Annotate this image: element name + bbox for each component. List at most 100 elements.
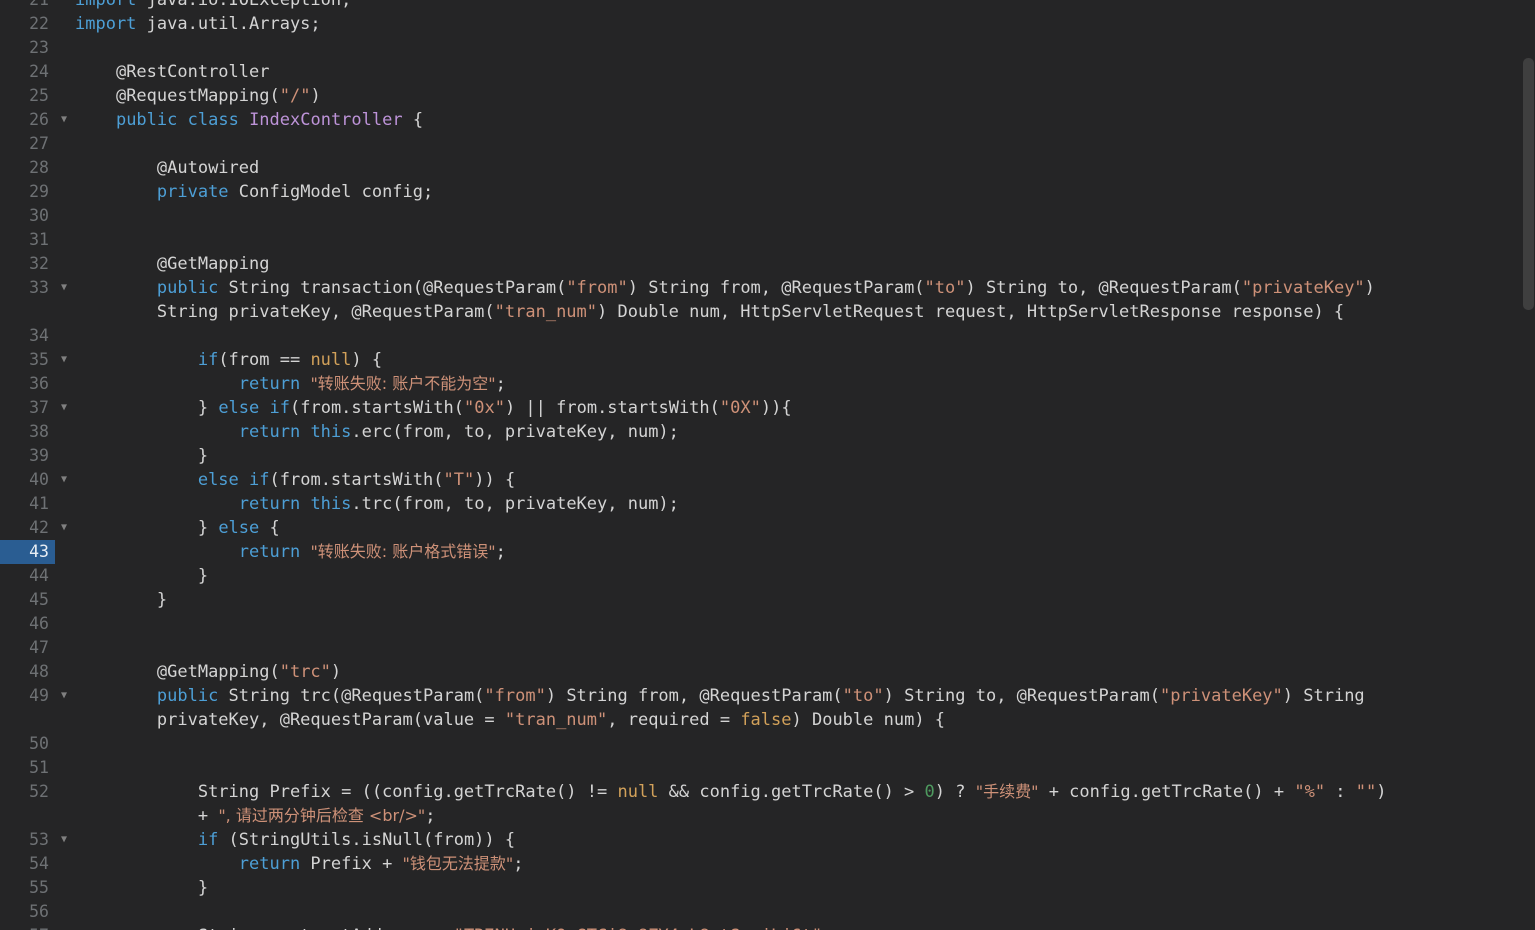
code-text[interactable]: } else { (73, 516, 1535, 540)
code-line[interactable]: 35 ▼ if(from == null) { (0, 348, 1535, 372)
code-line[interactable]: 54 return Prefix + "钱包无法提款"; (0, 852, 1535, 876)
line-number[interactable]: 39 (0, 444, 55, 468)
code-line[interactable]: 29 private ConfigModel config; (0, 180, 1535, 204)
fold-arrow-icon[interactable]: ▼ (55, 396, 73, 420)
code-text[interactable]: String contractAddress = "TR7NHqjeKQxGTC… (73, 924, 1535, 930)
line-number[interactable]: 41 (0, 492, 55, 516)
code-text[interactable]: public String trc(@RequestParam("from") … (73, 684, 1535, 732)
fold-arrow-icon[interactable]: ▼ (55, 348, 73, 372)
line-number[interactable]: 34 (0, 324, 55, 348)
line-number[interactable]: 35 (0, 348, 55, 372)
code-line[interactable]: 55 } (0, 876, 1535, 900)
code-text[interactable]: String Prefix = ((config.getTrcRate() !=… (73, 780, 1535, 828)
code-line[interactable]: 21 import java.io.IOException; (0, 0, 1535, 12)
line-number[interactable]: 21 (0, 0, 55, 12)
code-line[interactable]: 26 ▼ public class IndexController { (0, 108, 1535, 132)
code-line[interactable]: 30 (0, 204, 1535, 228)
code-line[interactable]: 40 ▼ else if(from.startsWith("T")) { (0, 468, 1535, 492)
code-text[interactable]: public String transaction(@RequestParam(… (73, 276, 1535, 324)
fold-arrow-icon[interactable]: ▼ (55, 108, 73, 132)
code-text[interactable]: private ConfigModel config; (73, 180, 1535, 204)
line-number[interactable]: 24 (0, 60, 55, 84)
code-text[interactable]: public class IndexController { (73, 108, 1535, 132)
code-text[interactable]: if (StringUtils.isNull(from)) { (73, 828, 1535, 852)
code-text[interactable] (73, 756, 1535, 780)
code-text[interactable]: } (73, 876, 1535, 900)
line-number[interactable]: 38 (0, 420, 55, 444)
code-line[interactable]: 37 ▼ } else if(from.startsWith("0x") || f… (0, 396, 1535, 420)
line-number[interactable]: 28 (0, 156, 55, 180)
code-line[interactable]: 25 @RequestMapping("/") (0, 84, 1535, 108)
code-line[interactable]: 41 return this.trc(from, to, privateKey,… (0, 492, 1535, 516)
line-number[interactable]: 25 (0, 84, 55, 108)
code-line[interactable]: 33 ▼ public String transaction(@RequestPa… (0, 276, 1535, 324)
code-text[interactable]: } (73, 564, 1535, 588)
line-number[interactable]: 37 (0, 396, 55, 420)
code-text[interactable]: @RestController (73, 60, 1535, 84)
line-number[interactable]: 26 (0, 108, 55, 132)
code-line[interactable]: 46 (0, 612, 1535, 636)
line-number[interactable]: 36 (0, 372, 55, 396)
code-line[interactable]: 23 (0, 36, 1535, 60)
code-text[interactable]: @RequestMapping("/") (73, 84, 1535, 108)
code-line[interactable]: 39 } (0, 444, 1535, 468)
code-line[interactable]: 56 (0, 900, 1535, 924)
line-number[interactable]: 53 (0, 828, 55, 852)
code-line[interactable]: 48 @GetMapping("trc") (0, 660, 1535, 684)
line-number[interactable]: 29 (0, 180, 55, 204)
code-text[interactable] (73, 228, 1535, 252)
line-number[interactable]: 31 (0, 228, 55, 252)
code-line[interactable]: 38 return this.erc(from, to, privateKey,… (0, 420, 1535, 444)
code-text[interactable]: @Autowired (73, 156, 1535, 180)
line-number[interactable]: 40 (0, 468, 55, 492)
line-number[interactable]: 56 (0, 900, 55, 924)
code-text[interactable]: import java.util.Arrays; (73, 12, 1535, 36)
code-line[interactable]: 24 @RestController (0, 60, 1535, 84)
code-text[interactable]: return "转账失败: 账户格式错误"; (73, 540, 1535, 564)
code-text[interactable]: return "转账失败: 账户不能为空"; (73, 372, 1535, 396)
code-line[interactable]: 42 ▼ } else { (0, 516, 1535, 540)
code-text[interactable] (73, 132, 1535, 156)
code-text[interactable]: @GetMapping (73, 252, 1535, 276)
fold-arrow-icon[interactable]: ▼ (55, 516, 73, 540)
code-line[interactable]: 28 @Autowired (0, 156, 1535, 180)
line-number[interactable]: 27 (0, 132, 55, 156)
code-line[interactable]: 51 (0, 756, 1535, 780)
line-number[interactable]: 47 (0, 636, 55, 660)
code-line-list[interactable]: 21 import java.io.IOException;22 import … (0, 0, 1535, 930)
fold-arrow-icon[interactable]: ▼ (55, 276, 73, 300)
line-number[interactable]: 30 (0, 204, 55, 228)
code-text[interactable]: } (73, 444, 1535, 468)
code-line[interactable]: 45 } (0, 588, 1535, 612)
code-text[interactable] (73, 900, 1535, 924)
code-line[interactable]: 31 (0, 228, 1535, 252)
line-number[interactable]: 46 (0, 612, 55, 636)
code-line[interactable]: 57 String contractAddress = "TR7NHqjeKQx… (0, 924, 1535, 930)
code-line[interactable]: 34 (0, 324, 1535, 348)
code-line[interactable]: 52 String Prefix = ((config.getTrcRate()… (0, 780, 1535, 828)
line-number[interactable]: 55 (0, 876, 55, 900)
code-text[interactable] (73, 36, 1535, 60)
code-line[interactable]: 22 import java.util.Arrays; (0, 12, 1535, 36)
code-text[interactable]: } else if(from.startsWith("0x") || from.… (73, 396, 1535, 420)
code-line[interactable]: 50 (0, 732, 1535, 756)
vertical-scrollbar-thumb[interactable] (1523, 58, 1534, 310)
line-number[interactable]: 52 (0, 780, 55, 804)
code-text[interactable]: else if(from.startsWith("T")) { (73, 468, 1535, 492)
code-line[interactable]: 47 (0, 636, 1535, 660)
line-number[interactable]: 50 (0, 732, 55, 756)
line-number-active[interactable]: 43 (0, 540, 55, 564)
line-number[interactable]: 51 (0, 756, 55, 780)
line-number[interactable]: 57 (0, 924, 55, 930)
code-text[interactable] (73, 204, 1535, 228)
line-number[interactable]: 32 (0, 252, 55, 276)
line-number[interactable]: 22 (0, 12, 55, 36)
code-line[interactable]: 53 ▼ if (StringUtils.isNull(from)) { (0, 828, 1535, 852)
code-text[interactable]: return Prefix + "钱包无法提款"; (73, 852, 1535, 876)
code-text[interactable]: import java.io.IOException; (73, 0, 1535, 12)
line-number[interactable]: 23 (0, 36, 55, 60)
code-line[interactable]: 44 } (0, 564, 1535, 588)
line-number[interactable]: 45 (0, 588, 55, 612)
code-text[interactable]: } (73, 588, 1535, 612)
code-line[interactable]: 43 return "转账失败: 账户格式错误"; (0, 540, 1535, 564)
